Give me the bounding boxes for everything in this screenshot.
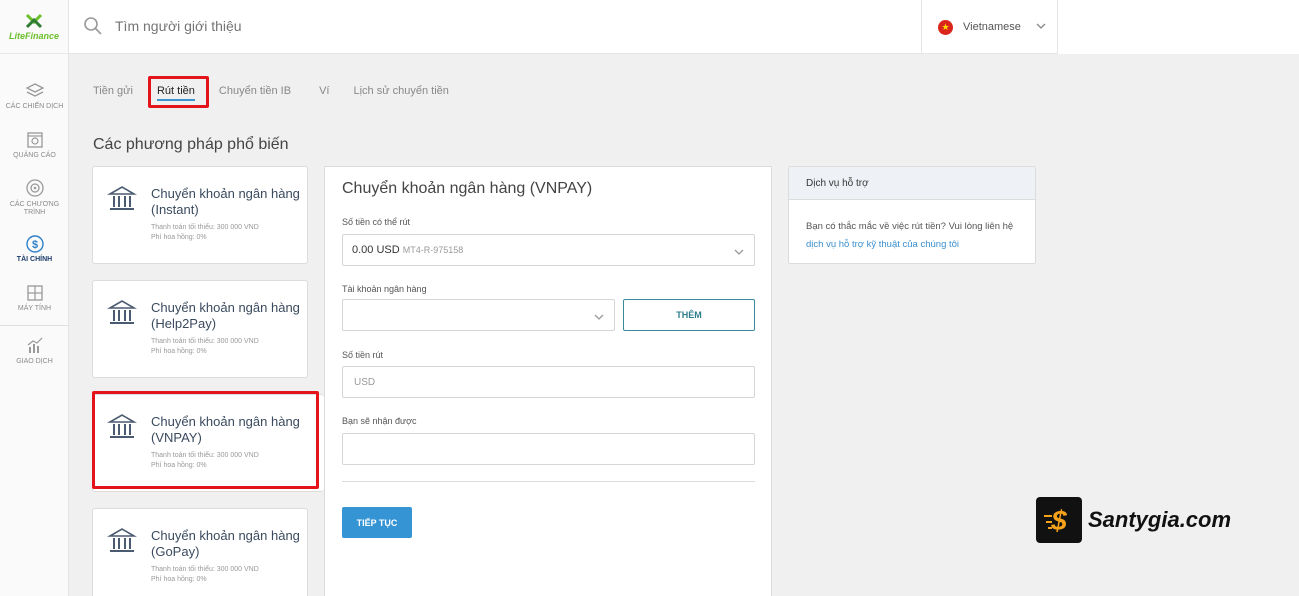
highlight-box-vnpay (92, 391, 319, 489)
method-card-help2pay[interactable]: Chuyển khoản ngân hàng (Help2Pay) Thanh … (92, 280, 308, 378)
finance-tabs: Tiền gửi Rút tiền Chuyển tiền IB Ví Lịch… (93, 85, 449, 101)
bank-account-label: Tài khoản ngân hàng (342, 284, 427, 294)
sidebar-item-label: GIAO DỊCH (16, 358, 53, 365)
watermark-text: Santygia.com (1088, 507, 1232, 532)
language-selector[interactable]: ★ Vietnamese (921, 0, 1058, 54)
receive-amount-field[interactable] (342, 433, 755, 465)
referrer-search-input[interactable] (115, 18, 515, 34)
sidebar-item-label: TÀI CHÍNH (16, 256, 53, 263)
logo-text: LiteFinance (8, 30, 59, 41)
chart-icon (27, 337, 42, 353)
available-amount: 0.00 USD (352, 244, 400, 256)
section-title: Các phương pháp phổ biến (93, 136, 289, 153)
support-text: Bạn có thắc mắc về việc rút tiền? Vui lò… (806, 221, 1014, 232)
sidebar-item-campaigns[interactable]: CÁC CHIẾN DỊCH (0, 82, 69, 111)
language-label: Vietnamese (963, 21, 1021, 33)
sidebar-divider (0, 325, 69, 326)
sidebar-item-label: CÁC CHIẾN DỊCH (5, 103, 64, 110)
svg-text:$: $ (1050, 505, 1067, 536)
add-bank-account-button[interactable]: THÊM (623, 299, 755, 331)
sidebar-item-ads[interactable]: QUẢNG CÁO (0, 131, 69, 160)
sidebar-item-finance[interactable]: $ TÀI CHÍNH (0, 235, 69, 264)
sidebar-item-label: CÁC CHƯƠNG TRÌNH (9, 201, 60, 216)
chevron-down-icon (734, 249, 744, 255)
watermark-logo-icon: $ (1036, 497, 1082, 543)
search-bar (83, 16, 515, 36)
tab-wallet[interactable]: Ví (319, 85, 329, 101)
support-link[interactable]: dịch vụ hỗ trợ kỹ thuật của chúng tôi (806, 239, 959, 250)
form-title: Chuyển khoản ngân hàng (VNPAY) (342, 180, 593, 197)
withdraw-amount-placeholder: USD (354, 377, 376, 388)
form-divider (342, 481, 755, 482)
chevron-down-icon (1036, 23, 1046, 29)
available-amount-value: 0.00 USD MT4-R-975158 (352, 244, 463, 256)
available-account-select[interactable]: 0.00 USD MT4-R-975158 (342, 234, 755, 266)
method-details: Thanh toán tối thiểu: 300 000 VND Phí hoa… (151, 565, 259, 585)
highlight-box-withdraw-tab (148, 76, 209, 108)
method-min-payment: Thanh toán tối thiểu: 300 000 VND (151, 224, 259, 231)
withdraw-form: Chuyển khoản ngân hàng (VNPAY) Số tiền c… (324, 166, 772, 596)
bank-account-select[interactable] (342, 299, 615, 331)
layers-icon (25, 83, 44, 97)
header-decoration (1058, 0, 1299, 54)
bank-icon (107, 186, 137, 210)
litefinance-logo-icon (25, 13, 43, 28)
dollar-icon: $ (25, 235, 44, 253)
support-body: Bạn có thắc mắc về việc rút tiền? Vui lò… (789, 200, 1035, 254)
method-fee: Phí hoa hồng: 0% (151, 576, 207, 583)
watermark: $ Santygia.com (1036, 497, 1231, 543)
support-panel: Dịch vụ hỗ trợ Bạn có thắc mắc về việc r… (788, 166, 1036, 264)
method-min-payment: Thanh toán tối thiểu: 300 000 VND (151, 338, 259, 345)
bank-icon (107, 300, 137, 324)
withdraw-amount-input[interactable]: USD (342, 366, 755, 398)
svg-text:$: $ (31, 239, 37, 251)
method-title: Chuyển khoản ngân hàng (Help2Pay) (151, 300, 300, 331)
method-title: Chuyển khoản ngân hàng (Instant) (151, 186, 300, 217)
method-min-payment: Thanh toán tối thiểu: 300 000 VND (151, 566, 259, 573)
ad-icon (26, 132, 43, 148)
continue-button[interactable]: TIẾP TỤC (342, 507, 412, 538)
sidebar-item-label: QUẢNG CÁO (13, 152, 56, 159)
tab-deposit[interactable]: Tiền gửi (93, 85, 133, 101)
bank-icon (107, 528, 137, 552)
chevron-down-icon (594, 314, 604, 320)
support-title: Dịch vụ hỗ trợ (789, 167, 1035, 200)
sidebar: LiteFinance CÁC CHIẾN DỊCH QUẢNG CÁO CÁC… (0, 0, 69, 596)
search-icon (84, 17, 102, 35)
target-icon (25, 179, 44, 197)
method-card-instant[interactable]: Chuyển khoản ngân hàng (Instant) Thanh t… (92, 166, 308, 264)
sidebar-item-label: MÁY TÍNH (17, 305, 52, 312)
receive-amount-label: Bạn sẽ nhận được (342, 416, 417, 426)
sidebar-item-programs[interactable]: CÁC CHƯƠNG TRÌNH (0, 178, 69, 217)
withdraw-amount-label: Số tiền rút (342, 350, 384, 360)
method-details: Thanh toán tối thiểu: 300 000 VND Phí hoa… (151, 223, 259, 243)
available-amount-label: Số tiền có thể rút (342, 217, 411, 227)
vietnam-flag-icon: ★ (938, 19, 953, 35)
tab-transfer-history[interactable]: Lịch sử chuyển tiền (353, 85, 448, 101)
method-details: Thanh toán tối thiểu: 300 000 VND Phí hoa… (151, 337, 259, 357)
method-title: Chuyển khoản ngân hàng (GoPay) (151, 528, 300, 559)
sidebar-item-trading[interactable]: GIAO DỊCH (0, 337, 69, 366)
tab-ib-transfer[interactable]: Chuyển tiền IB (219, 85, 291, 101)
method-card-gopay[interactable]: Chuyển khoản ngân hàng (GoPay) Thanh toá… (92, 508, 308, 596)
top-bar: ★ Vietnamese (69, 0, 1299, 54)
method-fee: Phí hoa hồng: 0% (151, 234, 207, 241)
method-fee: Phí hoa hồng: 0% (151, 348, 207, 355)
calculator-icon (26, 285, 43, 301)
sidebar-item-calculator[interactable]: MÁY TÍNH (0, 284, 69, 313)
logo[interactable]: LiteFinance (0, 0, 68, 54)
account-number: MT4-R-975158 (402, 245, 464, 255)
